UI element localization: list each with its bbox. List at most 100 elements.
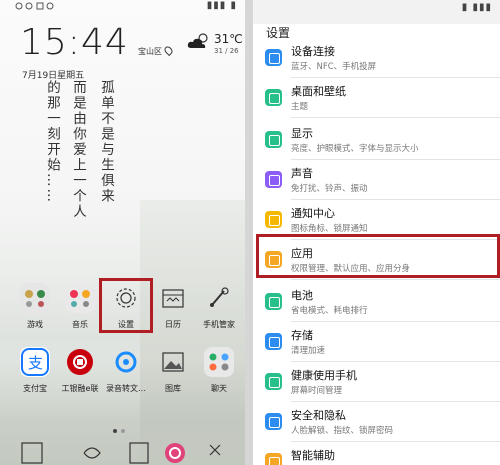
- games-folder-icon: [20, 283, 50, 313]
- app-recorder[interactable]: 录音转文…: [104, 347, 148, 394]
- status-bar-right: ▮ ▮▮▮: [461, 2, 492, 13]
- sound-icon: [265, 171, 282, 188]
- phone-manager-icon: [204, 283, 234, 313]
- settings-item-title: 健康使用手机: [291, 369, 357, 382]
- home-screen: ▮▮▮ ▮ 15:44 宝山区 31℃ 31 / 26 7月19日星期五 的那一…: [0, 0, 245, 465]
- settings-item-title: 电池: [291, 289, 313, 302]
- settings-item-title: 智能辅助: [291, 449, 335, 462]
- recorder-glyph: [115, 351, 137, 373]
- bell-icon: [265, 211, 282, 228]
- settings-item-10[interactable]: 智能辅助: [253, 442, 500, 465]
- icbc-glyph: [67, 349, 93, 375]
- settings-item-0[interactable]: 设备连接蓝牙、NFC、手机投屏: [253, 38, 500, 78]
- settings-item-subtitle: 免打扰、铃声、振动: [291, 184, 368, 194]
- apps-highlight-box: [256, 234, 500, 278]
- app-label: 图库: [165, 384, 181, 393]
- calendar-icon: [158, 283, 188, 313]
- settings-item-7[interactable]: 存储 清理加速: [253, 322, 500, 362]
- settings-highlight-box: [99, 278, 153, 333]
- settings-item-9[interactable]: 安全和隐私人脸解锁、指纹、锁屏密码: [253, 402, 500, 442]
- chat-folder-icon: [204, 347, 234, 377]
- wrench-icon: [210, 287, 229, 307]
- settings-item-title: 桌面和壁纸: [291, 85, 346, 98]
- poem-line-2: 而是由你爱上一个人: [70, 80, 86, 220]
- dock-icons: [21, 442, 221, 464]
- app-chat[interactable]: 聊天: [197, 347, 241, 394]
- battery-icon: [265, 293, 282, 310]
- display-icon: [265, 131, 282, 148]
- calendar-glyph: [162, 289, 184, 308]
- app-gallery[interactable]: 图库: [151, 347, 195, 394]
- app-music[interactable]: 音乐: [58, 283, 102, 330]
- settings-item-subtitle: 亮度、护眼模式、字体与显示大小: [291, 144, 419, 154]
- app-label: 手机管家: [203, 320, 235, 329]
- settings-item-subtitle: 主题: [291, 102, 309, 112]
- settings-item-title: 声音: [291, 167, 313, 180]
- page-dot-active: [113, 429, 117, 433]
- page-dot: [121, 429, 125, 433]
- alipay-glyph: 支: [21, 348, 49, 376]
- settings-item-title: 存储: [291, 329, 313, 342]
- settings-item-subtitle: 清理加速: [291, 346, 326, 356]
- alipay-icon: 支: [20, 347, 50, 377]
- svg-text:支: 支: [28, 354, 43, 372]
- item-divider: [291, 117, 500, 118]
- recorder-icon: [111, 347, 141, 377]
- app-alipay[interactable]: 支 支付宝: [13, 347, 57, 394]
- shield-icon: [265, 413, 282, 430]
- storage-icon: [265, 333, 282, 350]
- page-indicator: [113, 418, 129, 437]
- app-label: 录音转文…: [106, 384, 146, 393]
- app-calendar[interactable]: 日历: [151, 283, 195, 330]
- location-pin-icon: [162, 44, 175, 57]
- link-icon: [265, 49, 282, 66]
- settings-item-8[interactable]: 健康使用手机 屏幕时间管理: [253, 362, 500, 402]
- clock-time[interactable]: 15:44: [20, 22, 129, 63]
- folder-grid-icon: [209, 353, 229, 371]
- gallery-icon: [158, 347, 188, 377]
- app-label: 聊天: [211, 384, 227, 393]
- settings-item-subtitle: 蓝牙、NFC、手机投屏: [291, 62, 377, 72]
- status-bar: ▮ ▮▮▮: [253, 0, 500, 24]
- app-label: 游戏: [27, 320, 43, 329]
- music-folder-icon: [65, 283, 95, 313]
- settings-item-title: 显示: [291, 127, 313, 140]
- settings-item-title: 通知中心: [291, 207, 335, 220]
- image-glyph: [162, 352, 184, 372]
- poem-line-1: 孤单不是与生俱来: [98, 80, 114, 204]
- status-bar-left: [15, 0, 75, 15]
- settings-item-subtitle: 人脸解锁、指纹、锁屏密码: [291, 426, 394, 436]
- settings-item-6[interactable]: 电池省电模式、耗电排行: [253, 282, 500, 322]
- location-text: 宝山区: [138, 47, 162, 56]
- status-icons: [15, 2, 54, 10]
- wallpaper-icon: [265, 89, 282, 106]
- poem-line-3: 的那一刻开始……: [44, 80, 60, 204]
- image-divider: [245, 0, 253, 465]
- settings-item-3[interactable]: 声音免打扰、铃声、振动: [253, 160, 500, 200]
- assist-icon: [265, 453, 282, 465]
- hourglass-icon: [265, 373, 282, 390]
- settings-item-1[interactable]: 桌面和壁纸 主题: [253, 78, 500, 118]
- temperature-range: 31 / 26: [214, 47, 239, 55]
- app-label: 工银融e联: [61, 384, 99, 393]
- item-divider: [291, 279, 500, 280]
- settings-screen: ▮ ▮▮▮ 设置 设备连接 蓝牙、NFC、手机投屏 桌面和壁纸 主题 显示 亮度、护眼模式…: [253, 0, 500, 465]
- settings-item-subtitle: 省电模式、耗电排行: [291, 306, 368, 316]
- folder-grid-icon: [25, 290, 45, 307]
- app-label: 日历: [165, 320, 181, 329]
- folder-grid-icon: [70, 290, 90, 307]
- settings-item-title: 安全和隐私: [291, 409, 346, 422]
- app-phone-manager[interactable]: 手机管家: [197, 283, 241, 330]
- app-games[interactable]: 游戏: [13, 283, 57, 330]
- cloudy-sun-icon: [187, 33, 208, 48]
- icbc-icon: [65, 347, 95, 377]
- settings-item-subtitle: 屏幕时间管理: [291, 386, 343, 396]
- location-label: 宝山区: [138, 44, 175, 57]
- temperature: 31℃: [214, 32, 243, 46]
- settings-item-subtitle: 图标角标、锁屏通知: [291, 224, 368, 234]
- app-icbc[interactable]: 工银融e联: [58, 347, 102, 394]
- app-label: 音乐: [72, 320, 88, 329]
- settings-item-2[interactable]: 显示亮度、护眼模式、字体与显示大小: [253, 120, 500, 160]
- status-bar-right: ▮▮▮ ▮: [206, 0, 237, 11]
- settings-item-title: 设备连接: [291, 45, 335, 58]
